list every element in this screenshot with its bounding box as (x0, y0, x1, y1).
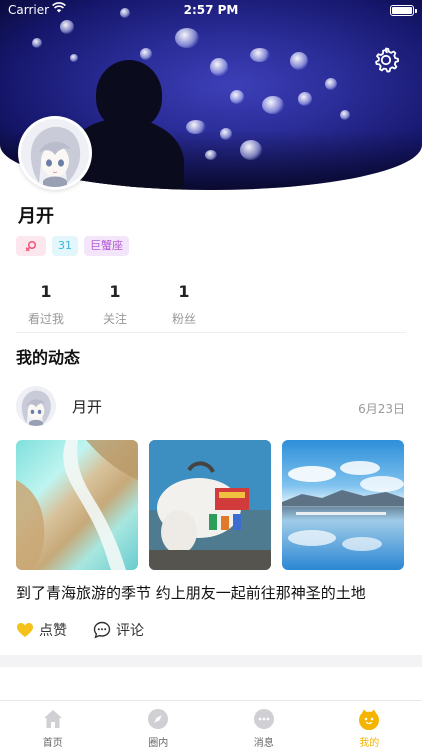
tab-home-label: 首页 (42, 738, 63, 749)
post-image-yak[interactable] (149, 440, 271, 570)
stat-following[interactable]: 1 关注 (81, 282, 149, 327)
compass-icon (148, 709, 169, 729)
section-separator (0, 655, 422, 667)
profile-username: 月开 (18, 206, 54, 227)
tab-mine-label: 我的 (359, 738, 380, 749)
zodiac-tag: 巨蟹座 (84, 236, 129, 256)
comment-button[interactable]: 评论 (93, 620, 144, 640)
stat-visitors-count: 1 (40, 282, 52, 301)
profile-screen: Carrier 2:57 PM 月开 31 巨蟹座 1 看过我 1 关注 1 粉… (0, 0, 422, 750)
post-author-name[interactable]: 月开 (72, 396, 102, 417)
divider (16, 332, 406, 333)
like-button[interactable]: 点赞 (16, 620, 67, 640)
heart-icon (17, 623, 33, 637)
settings-button[interactable] (370, 44, 402, 76)
stat-followers-label: 粉丝 (171, 312, 196, 326)
tab-circle[interactable]: 圈内 (106, 701, 212, 750)
chat-icon (253, 709, 274, 729)
stat-visitors[interactable]: 1 看过我 (12, 282, 80, 327)
like-label: 点赞 (39, 623, 67, 639)
home-icon (43, 710, 62, 728)
stat-following-label: 关注 (102, 312, 127, 326)
stat-visitors-label: 看过我 (27, 312, 64, 326)
comment-icon (93, 621, 111, 639)
post-image-grid (16, 440, 406, 570)
gender-tag (16, 236, 46, 256)
avatar-image (21, 119, 89, 187)
status-bar: Carrier 2:57 PM (0, 0, 422, 22)
post-actions: 点赞 评论 (16, 620, 144, 640)
age-tag: 31 (52, 236, 78, 256)
profile-avatar[interactable] (18, 116, 92, 190)
battery-icon (390, 5, 417, 16)
post-author-avatar[interactable] (16, 386, 56, 426)
tab-messages-label: 消息 (253, 738, 274, 749)
section-title-my-posts: 我的动态 (16, 348, 81, 367)
profile-face-icon (359, 709, 380, 730)
comment-label: 评论 (116, 623, 144, 639)
gear-icon (375, 47, 399, 73)
profile-tags: 31 巨蟹座 (16, 236, 129, 256)
tab-messages[interactable]: 消息 (211, 701, 317, 750)
stat-followers[interactable]: 1 粉丝 (150, 282, 218, 327)
post-content: 到了青海旅游的季节 约上朋友一起前往那神圣的土地 (16, 584, 366, 602)
profile-stats: 1 看过我 1 关注 1 粉丝 (12, 282, 219, 327)
bottom-tab-bar: 首页 圈内 消息 我的 (0, 700, 422, 750)
stat-followers-count: 1 (178, 282, 190, 301)
tab-home[interactable]: 首页 (0, 701, 106, 750)
stat-following-count: 1 (109, 282, 121, 301)
post-date: 6月23日 (358, 402, 405, 416)
tab-mine[interactable]: 我的 (317, 701, 422, 750)
post-image-lake-reflection[interactable] (282, 440, 404, 570)
status-time: 2:57 PM (183, 3, 239, 17)
female-icon (25, 240, 37, 252)
tab-circle-label: 圈内 (148, 738, 169, 749)
post-image-salt-lake[interactable] (16, 440, 138, 570)
